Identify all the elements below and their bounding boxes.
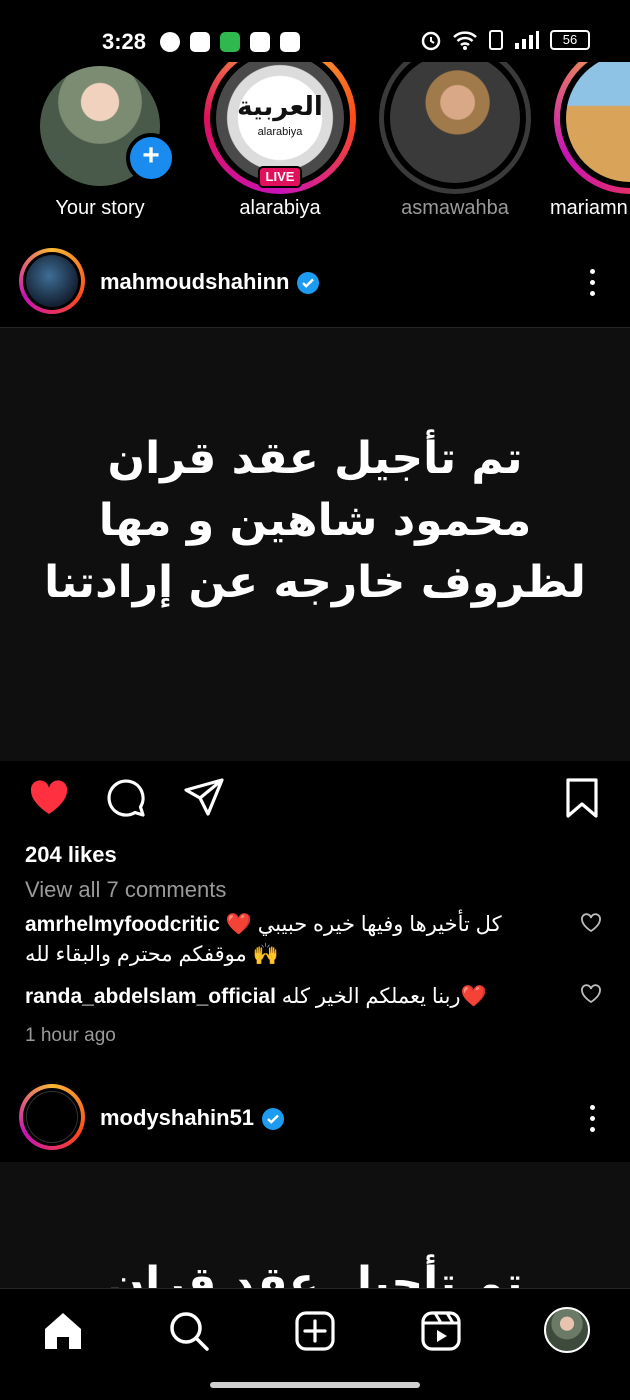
post-username-text: modyshahin51: [100, 1105, 255, 1130]
system-icons: 56: [420, 29, 590, 51]
comment-username[interactable]: amrhelmyfoodcritic: [25, 913, 220, 936]
post-image[interactable]: تم تأجيل عقد قران محمود شاهين و مها لظرو…: [0, 327, 630, 761]
wifi-icon: [453, 31, 477, 50]
post-image-line: لظروف خارجه عن إرادتنا: [44, 557, 586, 608]
post-actions: [0, 776, 630, 826]
like-heart-icon[interactable]: [27, 776, 71, 820]
post-avatar[interactable]: [19, 1084, 85, 1150]
post-image-text: تم تأجيل عقد قران: [107, 1258, 523, 1288]
stories-tray: + Your story العربية alarabiya LIVE alar…: [0, 62, 630, 230]
post-image-text: تم تأجيل عقد قران محمود شاهين و مها لظرو…: [0, 428, 630, 614]
comment-item: amrhelmyfoodcritic كل تأخيرها وفيها خيره…: [25, 910, 565, 970]
post-image-line: محمود شاهين و مها: [98, 495, 532, 546]
alarabiya-logo-sub: alarabiya: [257, 126, 303, 138]
story-label: alarabiya: [239, 197, 321, 219]
comment-like-icon[interactable]: [580, 912, 602, 934]
profile-avatar-tab[interactable]: [544, 1307, 590, 1353]
post-username[interactable]: mahmoudshahinn: [100, 269, 320, 295]
comment-like-icon[interactable]: [580, 983, 602, 1005]
store-notification-icon: [220, 32, 240, 52]
add-story-button[interactable]: +: [126, 133, 176, 183]
app-notification-icon: [190, 32, 210, 52]
bookmark-icon[interactable]: [560, 776, 604, 820]
post-header: mahmoudshahinn: [0, 240, 630, 326]
post-avatar-photo: [26, 255, 78, 307]
post-username[interactable]: modyshahin51: [100, 1105, 285, 1131]
alarm-icon: [421, 31, 441, 51]
comment-icon[interactable]: [104, 776, 148, 820]
post-avatar-photo: [26, 1091, 78, 1143]
story-label: asmawahba: [401, 197, 509, 219]
verified-badge-icon: [262, 1108, 285, 1131]
post-more-options-button[interactable]: [584, 269, 600, 296]
comment-text: ربنا يعملكم الخير كله❤️: [281, 985, 487, 1008]
instagram-notification-icon: [250, 32, 270, 52]
create-post-icon[interactable]: [293, 1309, 337, 1353]
post-header: modyshahin51: [0, 1076, 630, 1162]
volte-icon: [489, 30, 503, 50]
comment-item: randa_abdelslam_official ربنا يعملكم الخ…: [25, 982, 565, 1012]
home-indicator[interactable]: [210, 1382, 420, 1388]
alarabiya-logo-text: العربية: [237, 92, 323, 122]
share-send-icon[interactable]: [182, 776, 226, 820]
post-more-options-button[interactable]: [584, 1105, 600, 1132]
post-image-line: تم تأجيل عقد قران: [107, 433, 523, 484]
verified-badge-icon: [297, 272, 320, 295]
signal-icon: [515, 31, 539, 49]
battery-indicator: 56: [550, 30, 590, 50]
comment-username[interactable]: randa_abdelslam_official: [25, 985, 276, 1008]
story-label: mariamn: [550, 197, 628, 219]
square-notification-icon: [280, 32, 300, 52]
story-label: Your story: [55, 197, 145, 219]
chat-notification-icon: [160, 32, 180, 52]
view-all-comments-link[interactable]: View all 7 comments: [25, 877, 226, 903]
status-time: 3:28: [102, 29, 147, 54]
status-bar: 3:28 56: [0, 0, 630, 66]
post-image[interactable]: تم تأجيل عقد قران: [0, 1162, 630, 1288]
notification-icons: [160, 32, 300, 52]
post-timestamp: 1 hour ago: [25, 1025, 116, 1046]
post-username-text: mahmoudshahinn: [100, 269, 290, 294]
post-avatar[interactable]: [19, 248, 85, 314]
live-badge: LIVE: [258, 166, 302, 188]
reels-icon[interactable]: [419, 1309, 463, 1353]
home-icon[interactable]: [41, 1309, 85, 1353]
likes-count[interactable]: 204 likes: [25, 842, 117, 868]
search-icon[interactable]: [167, 1309, 211, 1353]
